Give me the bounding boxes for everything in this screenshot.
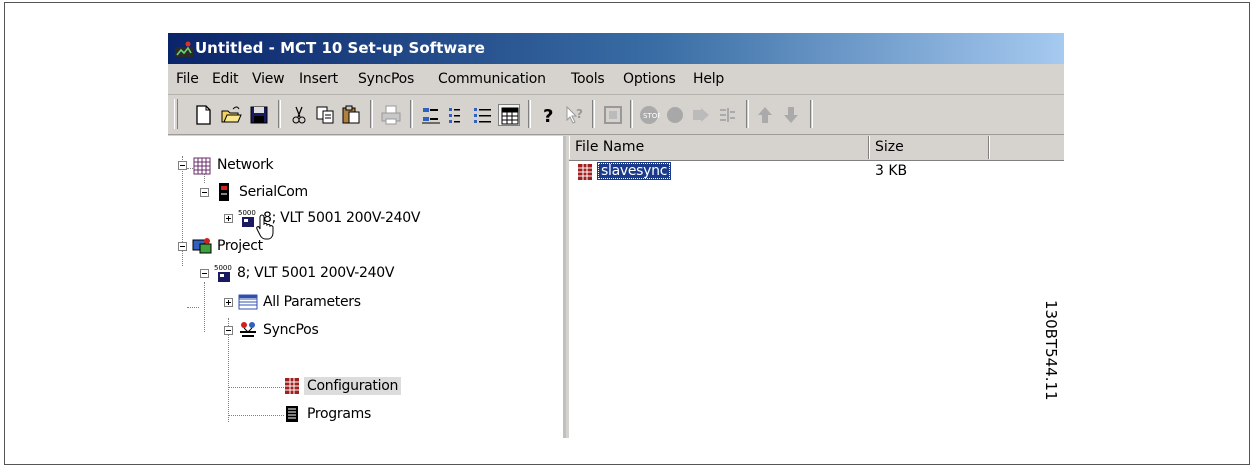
menu-help[interactable]: Help <box>693 71 724 87</box>
list-icon[interactable] <box>446 104 468 126</box>
configuration-file-icon <box>575 162 595 182</box>
details-icon[interactable] <box>472 104 494 126</box>
toolbar-separator <box>810 100 813 128</box>
tree-item-network[interactable]: Network <box>214 156 276 174</box>
parameter-list-icon <box>238 292 258 312</box>
svg-text:?: ? <box>576 107 583 121</box>
toolbar-separator <box>746 100 749 128</box>
up-arrow-icon[interactable] <box>754 104 776 126</box>
menu-view[interactable]: View <box>252 71 285 87</box>
help-icon[interactable]: ? <box>538 104 560 126</box>
toolbar-separator <box>592 100 595 128</box>
network-icon <box>192 156 212 176</box>
toolbar-separator <box>630 100 633 128</box>
column-header-empty <box>989 136 1064 159</box>
tree-collapse-serialcom[interactable] <box>200 188 209 197</box>
app-window: Untitled - MCT 10 Set-up Software File E… <box>168 33 1064 438</box>
syncpos-icon <box>238 320 258 340</box>
tree-item-serial-device[interactable]: 8; VLT 5001 200V-240V <box>260 209 423 227</box>
file-row[interactable]: slavesync 3 KB <box>569 161 1064 183</box>
forward-icon[interactable] <box>690 104 712 126</box>
whats-this-icon[interactable]: ? <box>564 104 586 126</box>
menu-communication[interactable]: Communication <box>438 71 546 87</box>
toolbar-separator <box>528 100 531 128</box>
configuration-icon <box>282 376 302 396</box>
project-icon <box>192 236 212 256</box>
drive-icon: 5000 <box>214 263 234 283</box>
open-icon[interactable] <box>220 104 242 126</box>
tree-item-project-device[interactable]: 8; VLT 5001 200V-240V <box>234 264 397 282</box>
toolbar-separator <box>370 100 373 128</box>
menu-bar: File Edit View Insert SyncPos Communicat… <box>168 64 1064 95</box>
cut-icon[interactable] <box>288 104 310 126</box>
menu-syncpos[interactable]: SyncPos <box>358 71 414 87</box>
serial-port-icon <box>214 182 234 202</box>
tree-collapse-syncpos[interactable] <box>224 326 233 335</box>
tree-collapse-project[interactable] <box>178 242 187 251</box>
svg-text:5000: 5000 <box>238 209 256 217</box>
project-tree[interactable]: Network SerialCom 5000 8; VLT 5001 200V-… <box>168 136 566 438</box>
figure-code-label: 130BT544.11 <box>1042 300 1060 401</box>
save-icon[interactable] <box>248 104 270 126</box>
file-size: 3 KB <box>875 163 908 179</box>
tree-collapse-network[interactable] <box>178 161 187 170</box>
toolbar-grip[interactable] <box>174 99 178 129</box>
svg-text:?: ? <box>543 106 553 126</box>
grid-icon[interactable] <box>498 104 520 126</box>
svg-text:STOP: STOP <box>643 112 660 120</box>
toolbar-separator <box>278 100 281 128</box>
new-icon[interactable] <box>192 104 214 126</box>
svg-text:5000: 5000 <box>214 264 232 272</box>
tree-expand-serial-device[interactable] <box>224 214 233 223</box>
toolbar-separator <box>410 100 413 128</box>
tree-line <box>204 282 205 332</box>
toolbar: ? ? STOP <box>168 94 1064 135</box>
menu-file[interactable]: File <box>176 71 199 87</box>
column-header-file-name[interactable]: File Name <box>569 136 869 159</box>
menu-options[interactable]: Options <box>623 71 676 87</box>
copy-icon[interactable] <box>314 104 336 126</box>
record-icon[interactable] <box>664 104 686 126</box>
menu-tools[interactable]: Tools <box>571 71 605 87</box>
window-title: Untitled - MCT 10 Set-up Software <box>195 39 485 57</box>
down-arrow-icon[interactable] <box>780 104 802 126</box>
small-icons-icon[interactable] <box>420 104 442 126</box>
list-header: File Name Size <box>569 136 1064 161</box>
tree-item-programs[interactable]: Programs <box>304 405 374 423</box>
mouse-cursor-icon <box>255 214 275 240</box>
tree-expand-all-parameters[interactable] <box>224 298 233 307</box>
tree-item-all-parameters[interactable]: All Parameters <box>260 293 364 311</box>
tree-collapse-project-device[interactable] <box>200 269 209 278</box>
tree-line <box>228 387 284 388</box>
tree-line <box>187 307 199 308</box>
column-header-size[interactable]: Size <box>869 136 989 159</box>
print-icon[interactable] <box>380 104 402 126</box>
tree-line <box>228 415 284 416</box>
tree-item-serialcom[interactable]: SerialCom <box>236 183 311 201</box>
sync-icon[interactable] <box>716 104 738 126</box>
app-icon <box>175 41 193 57</box>
stop-icon[interactable]: STOP <box>638 104 660 126</box>
menu-insert[interactable]: Insert <box>299 71 338 87</box>
title-bar[interactable]: Untitled - MCT 10 Set-up Software <box>168 33 1064 64</box>
programs-icon <box>282 404 302 424</box>
tree-item-syncpos[interactable]: SyncPos <box>260 321 321 339</box>
file-name[interactable]: slavesync <box>597 162 672 180</box>
file-list[interactable]: File Name Size slavesync 3 KB <box>569 136 1064 438</box>
tree-item-configuration[interactable]: Configuration <box>304 377 402 395</box>
paste-icon[interactable] <box>340 104 362 126</box>
menu-edit[interactable]: Edit <box>212 71 239 87</box>
network-scan-icon[interactable] <box>602 104 624 126</box>
